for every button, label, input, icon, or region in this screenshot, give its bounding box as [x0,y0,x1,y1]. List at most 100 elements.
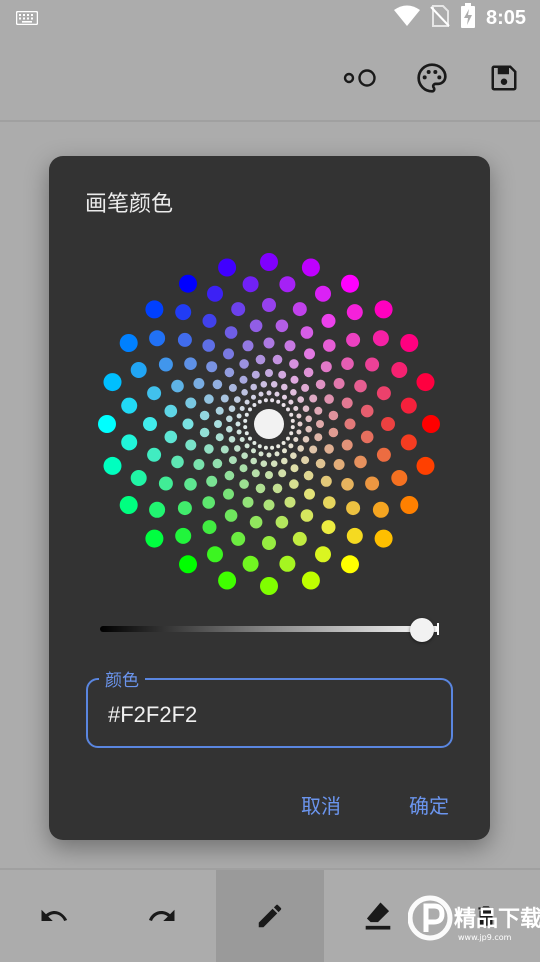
color-hex-input[interactable] [108,700,428,730]
color-swatch-dot[interactable] [223,488,234,500]
color-swatch-dot[interactable] [236,413,242,419]
color-swatch-dot[interactable] [224,509,238,522]
color-swatch-dot[interactable] [328,410,339,421]
color-swatch-dot[interactable] [234,445,241,452]
color-swatch-dot[interactable] [374,529,393,548]
color-swatch-dot[interactable] [305,425,313,433]
color-swatch-dot[interactable] [250,383,257,391]
color-swatch-dot[interactable] [275,515,289,529]
color-swatch-dot[interactable] [121,397,138,414]
color-swatch-dot[interactable] [289,479,299,489]
color-swatch-dot[interactable] [207,546,223,563]
color-swatch-dot[interactable] [251,394,256,400]
color-swatch-dot[interactable] [252,441,257,445]
color-swatch-dot[interactable] [260,253,278,271]
color-swatch-dot[interactable] [164,430,178,444]
color-swatch-dot[interactable] [193,378,205,389]
color-swatch-dot[interactable] [214,420,222,428]
color-swatch-dot[interactable] [274,391,280,397]
color-swatch-dot[interactable] [288,399,294,405]
color-swatch-dot[interactable] [228,405,236,412]
color-swatch-dot[interactable] [281,383,288,391]
color-swatch-dot[interactable] [260,577,278,595]
color-swatch-dot[interactable] [175,304,192,321]
color-swatch-dot[interactable] [282,448,287,454]
color-swatch-dot[interactable] [346,527,363,544]
color-swatch-dot[interactable] [223,348,234,360]
color-swatch-dot[interactable] [265,471,273,479]
color-swatch-dot[interactable] [145,529,164,548]
color-swatch-dot[interactable] [228,436,236,443]
color-swatch-dot[interactable] [270,398,275,403]
color-swatch-dot[interactable] [333,378,345,389]
color-swatch-dot[interactable] [303,470,314,481]
color-swatch-dot[interactable] [309,445,318,454]
color-swatch-dot[interactable] [372,501,389,518]
color-swatch-dot[interactable] [226,425,233,433]
color-swatch-dot[interactable] [301,456,310,465]
color-swatch-dot[interactable] [422,415,440,433]
color-swatch-dot[interactable] [182,418,194,430]
color-swatch-dot[interactable] [184,357,197,370]
color-swatch-dot[interactable] [130,362,147,378]
color-swatch-dot[interactable] [346,332,361,347]
color-swatch-dot[interactable] [121,434,138,451]
color-swatch-dot[interactable] [241,452,248,460]
color-swatch-dot[interactable] [248,407,252,412]
color-swatch-dot[interactable] [263,445,268,450]
color-swatch-dot[interactable] [296,413,302,419]
color-swatch-dot[interactable] [270,445,275,450]
color-swatch-dot[interactable] [286,407,290,412]
color-swatch-dot[interactable] [290,375,299,384]
color-swatch-dot[interactable] [215,433,224,442]
color-swatch-dot[interactable] [248,436,252,441]
color-swatch-dot[interactable] [274,451,280,457]
color-swatch-dot[interactable] [258,391,264,397]
color-swatch-dot[interactable] [321,313,336,328]
color-swatch-dot[interactable] [202,496,215,509]
color-swatch-dot[interactable] [251,448,256,454]
color-swatch-dot[interactable] [354,379,367,393]
color-swatch-dot[interactable] [147,386,162,401]
color-swatch-dot[interactable] [296,429,302,435]
redo-icon[interactable] [108,870,216,962]
color-swatch-dot[interactable] [220,394,229,403]
color-swatch-dot[interactable] [263,337,275,349]
color-swatch-dot[interactable] [281,441,286,445]
color-swatch-dot[interactable] [276,399,281,404]
color-swatch-dot[interactable] [289,359,299,369]
undo-icon[interactable] [0,870,108,962]
color-swatch-dot[interactable] [278,370,287,379]
color-swatch-dot[interactable] [289,412,294,417]
color-swatch-dot[interactable] [304,488,315,500]
color-swatch-dot[interactable] [290,389,297,396]
save-icon[interactable] [480,54,528,102]
color-swatch-dot[interactable] [315,458,326,469]
cancel-button[interactable]: 取消 [295,786,347,823]
color-swatch-dot[interactable] [381,417,395,431]
color-swatch-dot[interactable] [365,357,380,372]
color-swatch-dot[interactable] [346,304,363,321]
color-swatch-dot[interactable] [400,496,419,514]
color-swatch-dot[interactable] [263,398,268,403]
color-swatch-dot[interactable] [284,496,296,508]
color-swatch-dot[interactable] [341,397,353,409]
color-swatch-dot[interactable] [257,399,262,404]
color-swatch-dot[interactable] [149,330,166,347]
color-swatch-dot[interactable] [235,421,241,427]
color-swatch-dot[interactable] [323,339,336,352]
color-swatch-dot[interactable] [374,300,393,319]
color-swatch-dot[interactable] [218,258,237,277]
color-swatch-dot[interactable] [279,555,296,572]
color-swatch-dot[interactable] [241,389,248,396]
color-swatch-dot[interactable] [258,451,264,457]
color-swatch-dot[interactable] [292,531,307,546]
color-swatch-dot[interactable] [98,415,116,433]
color-swatch-dot[interactable] [301,571,320,590]
color-swatch-dot[interactable] [260,460,268,468]
color-swatch-dot[interactable] [328,427,339,438]
color-swatch-dot[interactable] [199,427,210,438]
color-swatch-dot[interactable] [300,509,314,522]
brightness-slider-thumb[interactable] [410,618,435,642]
color-swatch-dot[interactable] [276,444,281,449]
